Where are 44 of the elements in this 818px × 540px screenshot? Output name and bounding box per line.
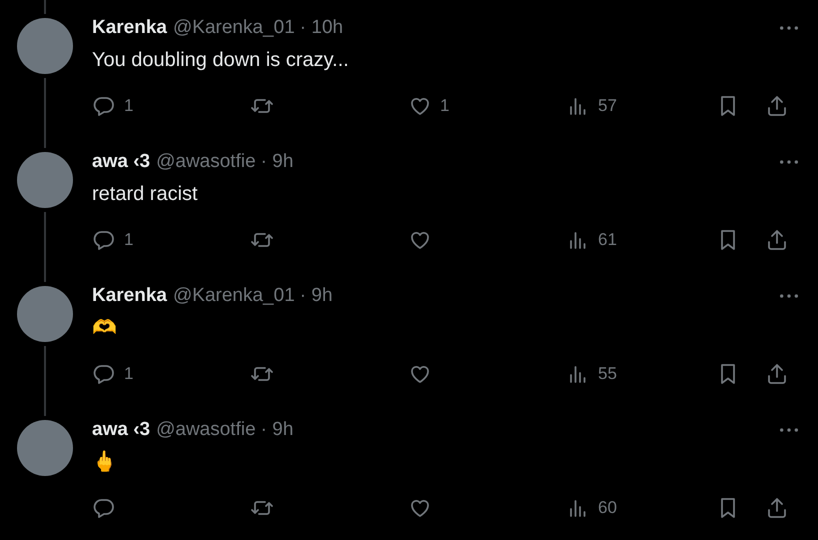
share-button[interactable] <box>765 228 789 252</box>
more-button[interactable] <box>780 428 798 432</box>
share-icon <box>765 496 789 520</box>
reply-button[interactable]: 1 <box>92 93 250 119</box>
display-name[interactable]: Karenka <box>92 14 167 42</box>
more-button[interactable] <box>780 26 798 30</box>
reply-icon <box>92 228 116 252</box>
post-time: · 10h <box>300 16 344 40</box>
more-icon <box>780 26 798 30</box>
share-icon <box>765 228 789 252</box>
display-name[interactable]: awa ‹3 <box>92 416 150 444</box>
post-time: · 9h <box>300 284 333 308</box>
views-button[interactable]: 60 <box>566 495 716 521</box>
more-icon <box>780 294 798 298</box>
post-time: · 9h <box>260 150 294 174</box>
reply-icon <box>92 94 116 118</box>
more-icon <box>780 160 798 164</box>
more-button[interactable] <box>780 294 798 298</box>
user-handle[interactable]: @Karenka_01 <box>173 14 295 42</box>
post-time: · 9h <box>260 418 294 442</box>
reply-icon <box>92 496 116 520</box>
post-text: 🫶 <box>92 317 117 339</box>
display-name[interactable]: Karenka <box>92 282 167 310</box>
views-button[interactable]: 55 <box>566 361 716 387</box>
display-name[interactable]: awa ‹3 <box>92 148 150 176</box>
user-handle[interactable]: @Karenka_01 <box>173 282 295 310</box>
views-button[interactable]: 61 <box>566 227 716 253</box>
more-button[interactable] <box>780 160 798 164</box>
user-handle[interactable]: @awasotfie <box>156 416 256 444</box>
reply-icon <box>92 362 116 386</box>
reply-button[interactable]: 1 <box>92 361 250 387</box>
share-button[interactable] <box>765 496 789 520</box>
heart-button[interactable]: 1 <box>408 93 566 119</box>
share-button[interactable] <box>765 94 789 118</box>
post-text: retard racist <box>92 183 198 205</box>
share-icon <box>765 94 789 118</box>
more-icon <box>780 428 798 432</box>
views-button[interactable]: 57 <box>566 93 716 119</box>
user-handle[interactable]: @awasotfie <box>156 148 256 176</box>
reply-button[interactable]: 1 <box>92 227 250 253</box>
post-text: You doubling down is crazy... <box>92 49 349 71</box>
share-button[interactable] <box>765 362 789 386</box>
post-text: 🖕 <box>92 451 117 473</box>
share-icon <box>765 362 789 386</box>
